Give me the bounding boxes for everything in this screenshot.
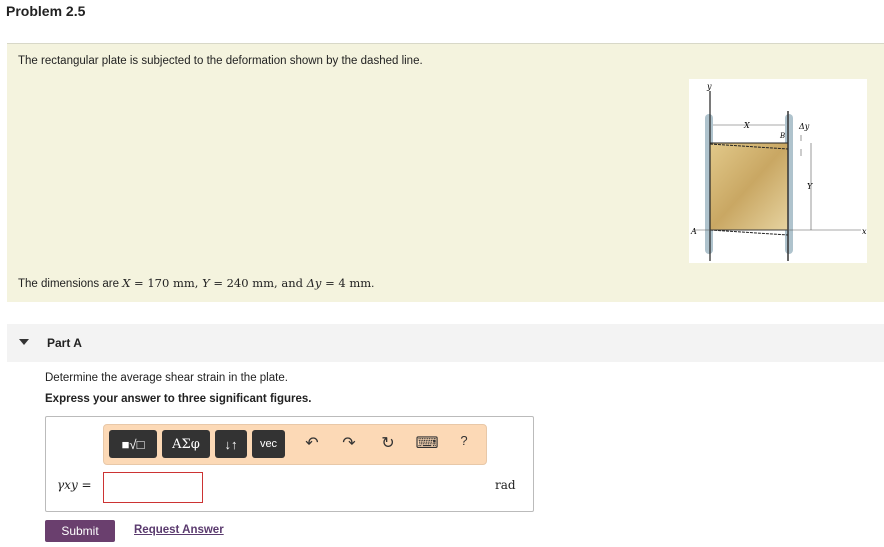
request-answer-link[interactable]: Request Answer (134, 524, 224, 536)
templates-button[interactable]: ■√□ (109, 430, 157, 458)
answer-input[interactable] (103, 472, 203, 503)
part-a-label[interactable]: Part A (47, 336, 82, 350)
fig-label-x: x (862, 227, 867, 236)
greek-button[interactable]: ΑΣφ (162, 430, 210, 458)
dim-y-value: = 240 mm, and (209, 276, 307, 290)
undo-icon[interactable]: ↶ (300, 433, 324, 453)
fig-label-Y: Y (807, 182, 813, 191)
vec-button[interactable]: vec (252, 430, 285, 458)
fig-label-y: y (706, 82, 712, 91)
submit-button[interactable]: Submit (45, 520, 115, 542)
dim-x-value: = 170 mm, (130, 276, 203, 290)
redo-icon[interactable]: ↷ (337, 433, 361, 453)
arrows-button[interactable]: ↓↑ (215, 430, 247, 458)
part-a-header[interactable] (7, 324, 884, 362)
fig-label-dy: Δy (798, 122, 810, 131)
dimensions-text: The dimensions are X = 170 mm, Y = 240 m… (18, 276, 374, 290)
help-icon[interactable]: ? (452, 433, 476, 448)
dims-prefix: The dimensions are (18, 278, 123, 290)
dim-dy: Δy (306, 276, 322, 290)
dims-suffix: . (371, 278, 375, 290)
dim-dy-value: = 4 mm (321, 276, 372, 290)
dim-y: Y (202, 276, 210, 290)
fig-label-X: X (743, 121, 750, 130)
problem-statement: The rectangular plate is subjected to th… (18, 55, 423, 67)
unit-label: rad (495, 478, 516, 492)
question-text: Determine the average shear strain in th… (45, 372, 288, 384)
plate-figure: y X Δy B Y A x (689, 79, 867, 263)
fig-label-B: B (779, 132, 785, 140)
page-title: Problem 2.5 (6, 3, 86, 19)
math-toolbar: ■√□ ΑΣφ ↓↑ vec ↶ ↷ ↻ ⌨ ? (103, 424, 487, 465)
instruction-text: Express your answer to three significant… (45, 393, 312, 405)
keyboard-icon[interactable]: ⌨ (415, 433, 439, 453)
gamma-xy-label: γxy = (57, 478, 92, 492)
reset-icon[interactable]: ↻ (376, 433, 400, 453)
collapse-triangle-icon[interactable] (19, 339, 29, 345)
fig-label-A: A (690, 227, 697, 236)
